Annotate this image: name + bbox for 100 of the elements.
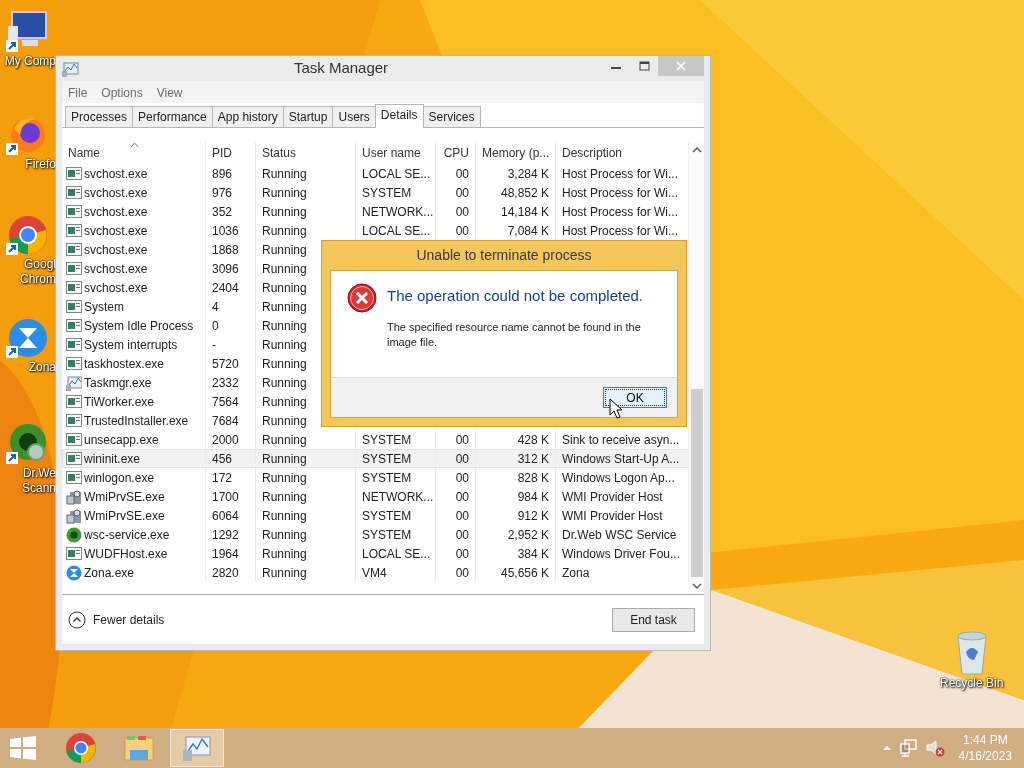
table-row[interactable]: svchost.exe 352 Running NETWORK... 00 14,184 K Host Process for Wi...	[62, 202, 689, 221]
window-icon	[66, 336, 82, 353]
table-cell-text: 2000	[212, 431, 239, 449]
window-icon	[66, 450, 82, 467]
table-cell-text: 2,952 K	[507, 526, 549, 544]
table-cell-text: Windows Logon Ap...	[562, 469, 675, 487]
process-name: wsc-service.exe	[84, 526, 170, 544]
table-cell-text: 828 K	[517, 469, 549, 487]
scroll-down-icon[interactable]	[691, 583, 702, 589]
process-name: svchost.exe	[84, 203, 148, 221]
muted-speaker-icon[interactable]	[925, 739, 945, 757]
window-icon	[66, 545, 82, 562]
tab[interactable]: Performance	[132, 106, 213, 127]
table-cell-text: 312 K	[517, 450, 549, 468]
column-header[interactable]: User name	[356, 142, 436, 164]
window-icon	[66, 469, 82, 486]
table-row[interactable]: wsc-service.exe 1292 Running SYSTEM 00 2,952 K Dr.Web WSC Service	[62, 525, 689, 544]
table-cell-text: Running	[262, 165, 307, 183]
table-cell-text: 00	[455, 165, 469, 183]
table-cell-text: 1964	[212, 545, 239, 563]
show-hidden-icons-icon[interactable]	[881, 744, 892, 752]
table-row[interactable]: svchost.exe 976 Running SYSTEM 00 48,852 K Host Process for Wi...	[62, 183, 689, 202]
column-header[interactable]: Memory (p...	[476, 142, 556, 164]
table-row[interactable]: winlogon.exe 172 Running SYSTEM 00 828 K Windows Logon Ap...	[62, 468, 689, 487]
menu-item[interactable]: View	[156, 84, 183, 100]
column-header[interactable]: PID	[206, 142, 256, 164]
table-row[interactable]: wininit.exe 456 Running SYSTEM 00 312 K Windows Start-Up A...	[62, 449, 689, 468]
process-name: WmiPrvSE.exe	[84, 507, 165, 525]
table-cell-text: 00	[455, 450, 469, 468]
table-cell-text: -	[212, 336, 216, 354]
table-cell-text: Running	[262, 184, 307, 202]
windows-logo-icon	[10, 736, 36, 760]
process-name: svchost.exe	[84, 165, 148, 183]
table-cell-text: 172	[212, 469, 233, 487]
table-cell-text: Zona	[562, 564, 590, 582]
window-icon	[66, 298, 82, 315]
table-cell-text: Running	[262, 488, 307, 506]
column-header[interactable]: CPU	[436, 142, 476, 164]
table-cell-text: 00	[455, 469, 469, 487]
tab[interactable]: App history	[211, 106, 284, 127]
process-name: svchost.exe	[84, 241, 148, 259]
table-cell-text: Host Process for Wi...	[562, 165, 679, 183]
window-icon	[66, 241, 82, 258]
table-cell-text: Running	[262, 374, 307, 392]
window-icon	[66, 279, 82, 296]
tab[interactable]: Services	[422, 106, 481, 127]
table-cell-text: 00	[455, 545, 469, 563]
table-cell-text: SYSTEM	[362, 184, 412, 202]
tab[interactable]: Details	[374, 104, 424, 128]
table-cell-text: NETWORK...	[362, 488, 434, 506]
scrollbar-thumb[interactable]	[690, 389, 703, 577]
table-cell-text: Running	[262, 393, 307, 411]
hourglass-icon[interactable]	[6, 316, 50, 360]
table-row[interactable]: WmiPrvSE.exe 6064 Running SYSTEM 00 912 K WMI Provider Host	[62, 506, 689, 525]
process-name: WUDFHost.exe	[84, 545, 168, 563]
table-cell-text: VM4	[362, 564, 387, 582]
table-cell-text: 352	[212, 203, 233, 221]
menu-item[interactable]: Options	[101, 84, 143, 100]
process-name: svchost.exe	[84, 184, 148, 202]
browser-icon[interactable]	[6, 213, 50, 257]
app-icon	[62, 60, 80, 77]
fewer-details-button[interactable]: Fewer details	[68, 610, 165, 629]
column-header[interactable]: Status	[256, 142, 356, 164]
table-cell-text: Host Process for Wi...	[562, 203, 679, 221]
scroll-up-icon[interactable]	[691, 147, 702, 153]
tab[interactable]: Processes	[65, 106, 134, 127]
end-task-button[interactable]: End task	[612, 607, 695, 632]
maximize-icon	[638, 61, 650, 71]
browser-icon	[65, 732, 97, 764]
table-cell-text: 912 K	[517, 507, 549, 525]
dialog-heading: The operation could not be completed.	[387, 286, 644, 306]
scrollbar[interactable]	[689, 142, 704, 594]
table-cell-text: Running	[262, 298, 307, 316]
menu-item[interactable]: File	[68, 84, 88, 100]
process-name: taskhostex.exe	[84, 355, 165, 373]
table-row[interactable]: svchost.exe 896 Running LOCAL SE... 00 3,284 K Host Process for Wi...	[62, 164, 689, 183]
table-cell-text: Running	[262, 469, 307, 487]
computer-icon[interactable]	[6, 10, 50, 54]
window-icon	[66, 222, 82, 239]
table-cell-text: SYSTEM	[362, 469, 412, 487]
window-icon	[66, 355, 82, 372]
tab[interactable]: Users	[332, 106, 376, 127]
table-cell-text: Running	[262, 241, 307, 259]
table-row[interactable]: WUDFHost.exe 1964 Running LOCAL SE... 00 384 K Windows Driver Fou...	[62, 544, 689, 563]
table-cell-text: 00	[455, 222, 469, 240]
process-name: TrustedInstaller.exe	[84, 412, 189, 430]
taskbar-button[interactable]	[170, 729, 224, 767]
table-row[interactable]: WmiPrvSE.exe 1700 Running NETWORK... 00 984 K WMI Provider Host	[62, 487, 689, 506]
table-cell-text: 4	[212, 298, 219, 316]
table-cell-text: 00	[455, 488, 469, 506]
table-cell-text: Running	[262, 336, 307, 354]
table-cell-text: 7684	[212, 412, 239, 430]
network-icon[interactable]	[899, 739, 918, 757]
table-row[interactable]: Zona.exe 2820 Running VM4 00 45,656 K Zona	[62, 563, 689, 582]
table-cell-text: Running	[262, 260, 307, 278]
ok-button[interactable]: OK	[603, 387, 667, 408]
window-icon	[66, 317, 82, 334]
column-header[interactable]: Name	[62, 142, 206, 164]
table-cell-text: Host Process for Wi...	[562, 184, 679, 202]
tab[interactable]: Startup	[282, 106, 334, 127]
